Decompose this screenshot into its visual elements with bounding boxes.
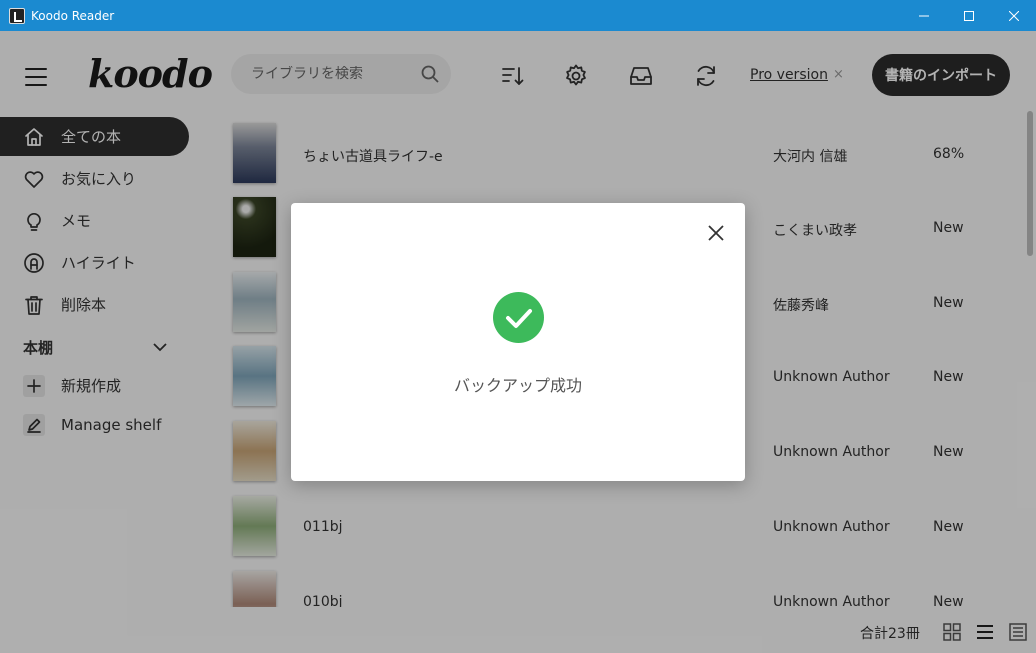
close-icon — [708, 225, 724, 241]
minimize-button[interactable] — [901, 0, 946, 31]
success-check-icon — [493, 292, 544, 343]
close-window-button[interactable] — [991, 0, 1036, 31]
dialog-message: バックアップ成功 — [453, 376, 582, 395]
window-controls — [901, 0, 1036, 31]
koodo-app-icon — [9, 7, 25, 24]
close-icon — [1008, 10, 1019, 21]
maximize-icon — [963, 10, 974, 21]
dialog-close-button[interactable] — [706, 223, 726, 243]
maximize-button[interactable] — [946, 0, 991, 31]
backup-success-dialog: バックアップ成功 — [291, 203, 745, 481]
window-titlebar: Koodo Reader — [0, 0, 1036, 31]
window-title: Koodo Reader — [31, 8, 115, 23]
minimize-icon — [918, 15, 929, 16]
